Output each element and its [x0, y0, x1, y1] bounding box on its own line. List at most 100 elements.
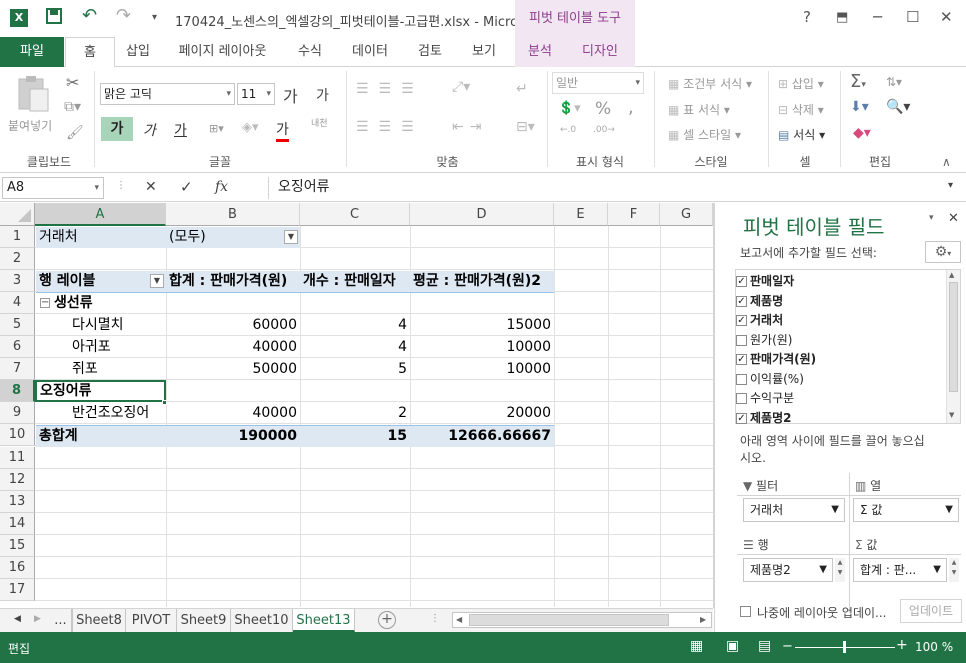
ribbon-display-options-icon[interactable]: ⬒: [836, 10, 848, 25]
shrink-font-button[interactable]: 가: [316, 85, 329, 105]
horizontal-align-icons[interactable]: ☰☰☰: [356, 119, 424, 135]
row-header-16[interactable]: 16: [0, 557, 35, 579]
field-item[interactable]: 판매가격(원): [750, 350, 816, 369]
field-checkbox[interactable]: [736, 334, 747, 346]
grow-font-button[interactable]: 가: [283, 83, 298, 107]
cell-a1[interactable]: 거래처: [36, 226, 166, 248]
row-header-5[interactable]: 5: [0, 314, 35, 336]
orientation-icon[interactable]: ⤢▾: [452, 79, 470, 95]
field-checkbox[interactable]: ✓: [736, 295, 747, 307]
font-name-combo[interactable]: 맑은 고딕 ▾: [100, 83, 235, 105]
cancel-entry-button[interactable]: ✕: [145, 179, 157, 195]
row-header-8[interactable]: 8: [0, 380, 35, 402]
normal-view-icon[interactable]: ▦: [690, 638, 703, 654]
cell-a9[interactable]: 반건조오징어: [36, 402, 166, 424]
field-checkbox[interactable]: [736, 373, 747, 385]
cell-b3[interactable]: 합계 : 판매가격(원): [166, 270, 300, 292]
page-layout-view-icon[interactable]: ▣: [726, 638, 739, 654]
sheet-tab-sheet13[interactable]: Sheet13: [293, 609, 355, 632]
row-label-filter-icon[interactable]: ▼: [150, 274, 164, 288]
field-list-scrollbar[interactable]: ▲ ▼: [946, 270, 960, 423]
field-item[interactable]: 이익률(%): [750, 370, 804, 389]
insert-function-button[interactable]: fx: [215, 179, 228, 195]
formula-input[interactable]: 오징어류: [272, 177, 962, 199]
paste-icon[interactable]: [16, 75, 50, 116]
tab-page-layout[interactable]: 페이지 레이아웃: [170, 37, 275, 67]
field-scroll-down-icon[interactable]: ▼: [949, 411, 954, 419]
cell-b7[interactable]: 50000: [166, 358, 300, 380]
cell-a4[interactable]: 생선류: [51, 292, 166, 314]
collapse-icon[interactable]: −: [40, 298, 50, 308]
paste-button[interactable]: 붙여넣기: [8, 117, 52, 134]
filter-dropdown-icon[interactable]: ▼: [284, 230, 298, 244]
cell-d5[interactable]: 15000: [410, 314, 554, 336]
increase-decimal-icon[interactable]: ←.0: [560, 125, 576, 135]
cell-c9[interactable]: 2: [300, 402, 410, 424]
italic-button[interactable]: 가: [143, 120, 156, 140]
sheet-tab-pivot[interactable]: PIVOT: [126, 609, 177, 632]
column-header-e[interactable]: E: [554, 203, 608, 226]
cell-b10[interactable]: 190000: [166, 425, 300, 447]
undo-icon[interactable]: ↶: [82, 5, 97, 26]
column-header-g[interactable]: G: [660, 203, 713, 226]
merge-center-icon[interactable]: ⊟▾: [516, 119, 535, 135]
fill-color-icon[interactable]: ◈▾: [242, 120, 259, 135]
cell-a7[interactable]: 쥐포: [36, 358, 166, 380]
borders-icon[interactable]: ⊞▾: [209, 122, 224, 135]
cell-d10[interactable]: 12666.66667: [410, 425, 554, 447]
conditional-formatting-button[interactable]: ▦ 조건부 서식 ▾: [668, 75, 752, 92]
zoom-out-icon[interactable]: −: [782, 639, 793, 654]
row-header-3[interactable]: 3: [0, 270, 35, 292]
cell-c7[interactable]: 5: [300, 358, 410, 380]
field-checkbox[interactable]: ✓: [736, 276, 747, 287]
tab-analyze[interactable]: 분석: [515, 37, 565, 67]
cell-a10[interactable]: 총합계: [36, 425, 166, 447]
update-button[interactable]: 업데이트: [900, 599, 962, 623]
field-item[interactable]: 제품명2: [750, 409, 791, 428]
field-checkbox[interactable]: [736, 393, 747, 404]
tab-design[interactable]: 디자인: [565, 37, 635, 67]
tab-view[interactable]: 보기: [464, 37, 504, 67]
column-header-a[interactable]: A: [35, 203, 166, 226]
tab-review[interactable]: 검토: [410, 37, 450, 67]
field-item[interactable]: 수익구분: [750, 389, 794, 408]
cell-c5[interactable]: 4: [300, 314, 410, 336]
tab-file[interactable]: 파일: [0, 37, 64, 67]
redo-icon[interactable]: ↷: [116, 5, 131, 26]
decrease-decimal-icon[interactable]: .00→: [593, 125, 615, 135]
defer-update-checkbox[interactable]: [740, 606, 751, 617]
find-select-icon[interactable]: 🔍▾: [886, 99, 910, 115]
format-cells-button[interactable]: ▤ 서식 ▾: [778, 126, 825, 143]
tab-split-grip-icon[interactable]: ⋮: [430, 613, 440, 624]
value-area-item[interactable]: 합계 : 판... ▼: [853, 558, 947, 582]
tab-insert[interactable]: 삽입: [118, 37, 158, 67]
field-item[interactable]: 제품명: [750, 292, 783, 311]
sort-filter-icon[interactable]: ⇅▾: [886, 75, 902, 89]
cell-b9[interactable]: 40000: [166, 402, 300, 424]
field-scroll-thumb[interactable]: [949, 282, 958, 392]
cell-b1[interactable]: (모두) ▼: [166, 226, 300, 248]
save-icon[interactable]: [46, 8, 62, 28]
cell-d6[interactable]: 10000: [410, 336, 554, 358]
field-checkbox[interactable]: ✓: [736, 315, 747, 326]
next-sheet-icon[interactable]: ▶: [34, 614, 41, 624]
minimize-button[interactable]: ─: [873, 8, 882, 26]
cell-a6[interactable]: 아귀포: [36, 336, 166, 358]
cell-c6[interactable]: 4: [300, 336, 410, 358]
clear-icon[interactable]: ◆▾: [853, 125, 871, 141]
field-checkbox[interactable]: ✓: [736, 354, 747, 365]
comma-button[interactable]: ,: [628, 97, 634, 118]
autosum-icon[interactable]: Σ▾: [850, 71, 866, 92]
cell-c10[interactable]: 15: [300, 425, 410, 447]
cell-d9[interactable]: 20000: [410, 402, 554, 424]
field-checkbox[interactable]: ✓: [736, 412, 747, 424]
page-break-view-icon[interactable]: ▤: [758, 638, 771, 654]
column-header-b[interactable]: B: [166, 203, 300, 226]
accounting-format-icon[interactable]: 💲▾: [558, 101, 581, 116]
percent-button[interactable]: %: [595, 99, 611, 119]
sheet-tab-more[interactable]: ...: [50, 609, 72, 632]
gear-icon[interactable]: ⚙▾: [925, 241, 961, 263]
name-box[interactable]: A8 ▾: [2, 177, 104, 199]
help-button[interactable]: ?: [803, 8, 811, 26]
zoom-level[interactable]: 100 %: [915, 640, 953, 654]
